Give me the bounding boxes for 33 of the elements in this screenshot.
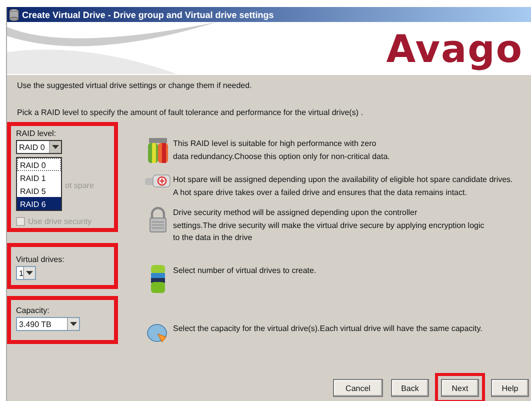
raid-drives-icon (147, 138, 169, 164)
dropdown-option[interactable]: RAID 0 (17, 158, 61, 171)
virtual-drives-label: Virtual drives: (16, 255, 66, 264)
description-text: This RAID level is suitable for high performance with zero data redundancy.Choose this option only for non-critical data. (173, 138, 390, 163)
dialog-button[interactable]: Help (491, 379, 529, 397)
drive-stack-icon (151, 264, 165, 292)
dropdown-option[interactable]: RAID 1 (17, 171, 61, 184)
raid-level-label: RAID level: (16, 129, 58, 138)
instruction-text: Use the suggested virtual drive settings or change them if needed. (17, 81, 253, 90)
raid-level-dropdown[interactable]: RAID 0 (16, 140, 62, 154)
description-text: Select the capacity for the virtual drive(s).Each virtual drive will have the same capacity. (173, 322, 482, 335)
description-text: Drive security method will be assigned depending upon the controller settings.The drive security will make the virtual drive secure by applying encryption logic to the data in the drive (173, 207, 484, 244)
caret-icon (26, 271, 34, 275)
padlock-icon (149, 207, 167, 233)
instruction-text: Pick a RAID level to specify the amount of fault tolerance and performance for the virtual drive(s) . (17, 108, 364, 117)
dialog-button[interactable]: Next (441, 379, 479, 397)
description-text: Hot spare will be assigned depending upon the availability of eligible hot spare candidate drives. A hot spare drive takes over a failed drive and ensures that the data remains intact. (173, 174, 513, 199)
database-icon (9, 8, 19, 20)
dropdown-option[interactable]: RAID 5 (17, 184, 61, 197)
hot-spare-drive-icon (145, 174, 171, 188)
disk-pie-icon (147, 322, 169, 342)
checkbox-label: ot spare (65, 181, 94, 190)
virtual-drives-dropdown[interactable]: 1 (16, 266, 36, 280)
window-title: Create Virtual Drive - Drive group and Virtual drive settings (22, 10, 274, 20)
caret-icon (70, 322, 77, 326)
checkbox-label: Use drive security (28, 217, 92, 226)
capacity-dropdown[interactable]: 3.490 TB (16, 317, 80, 331)
dialog-button[interactable]: Back (391, 379, 429, 397)
capacity-label: Capacity: (16, 306, 50, 315)
caret-icon (52, 145, 59, 149)
dropdown-option[interactable]: RAID 6 (17, 197, 61, 210)
dialog-button[interactable]: Cancel (333, 379, 383, 397)
description-text: Select number of virtual drives to create. (173, 264, 316, 276)
